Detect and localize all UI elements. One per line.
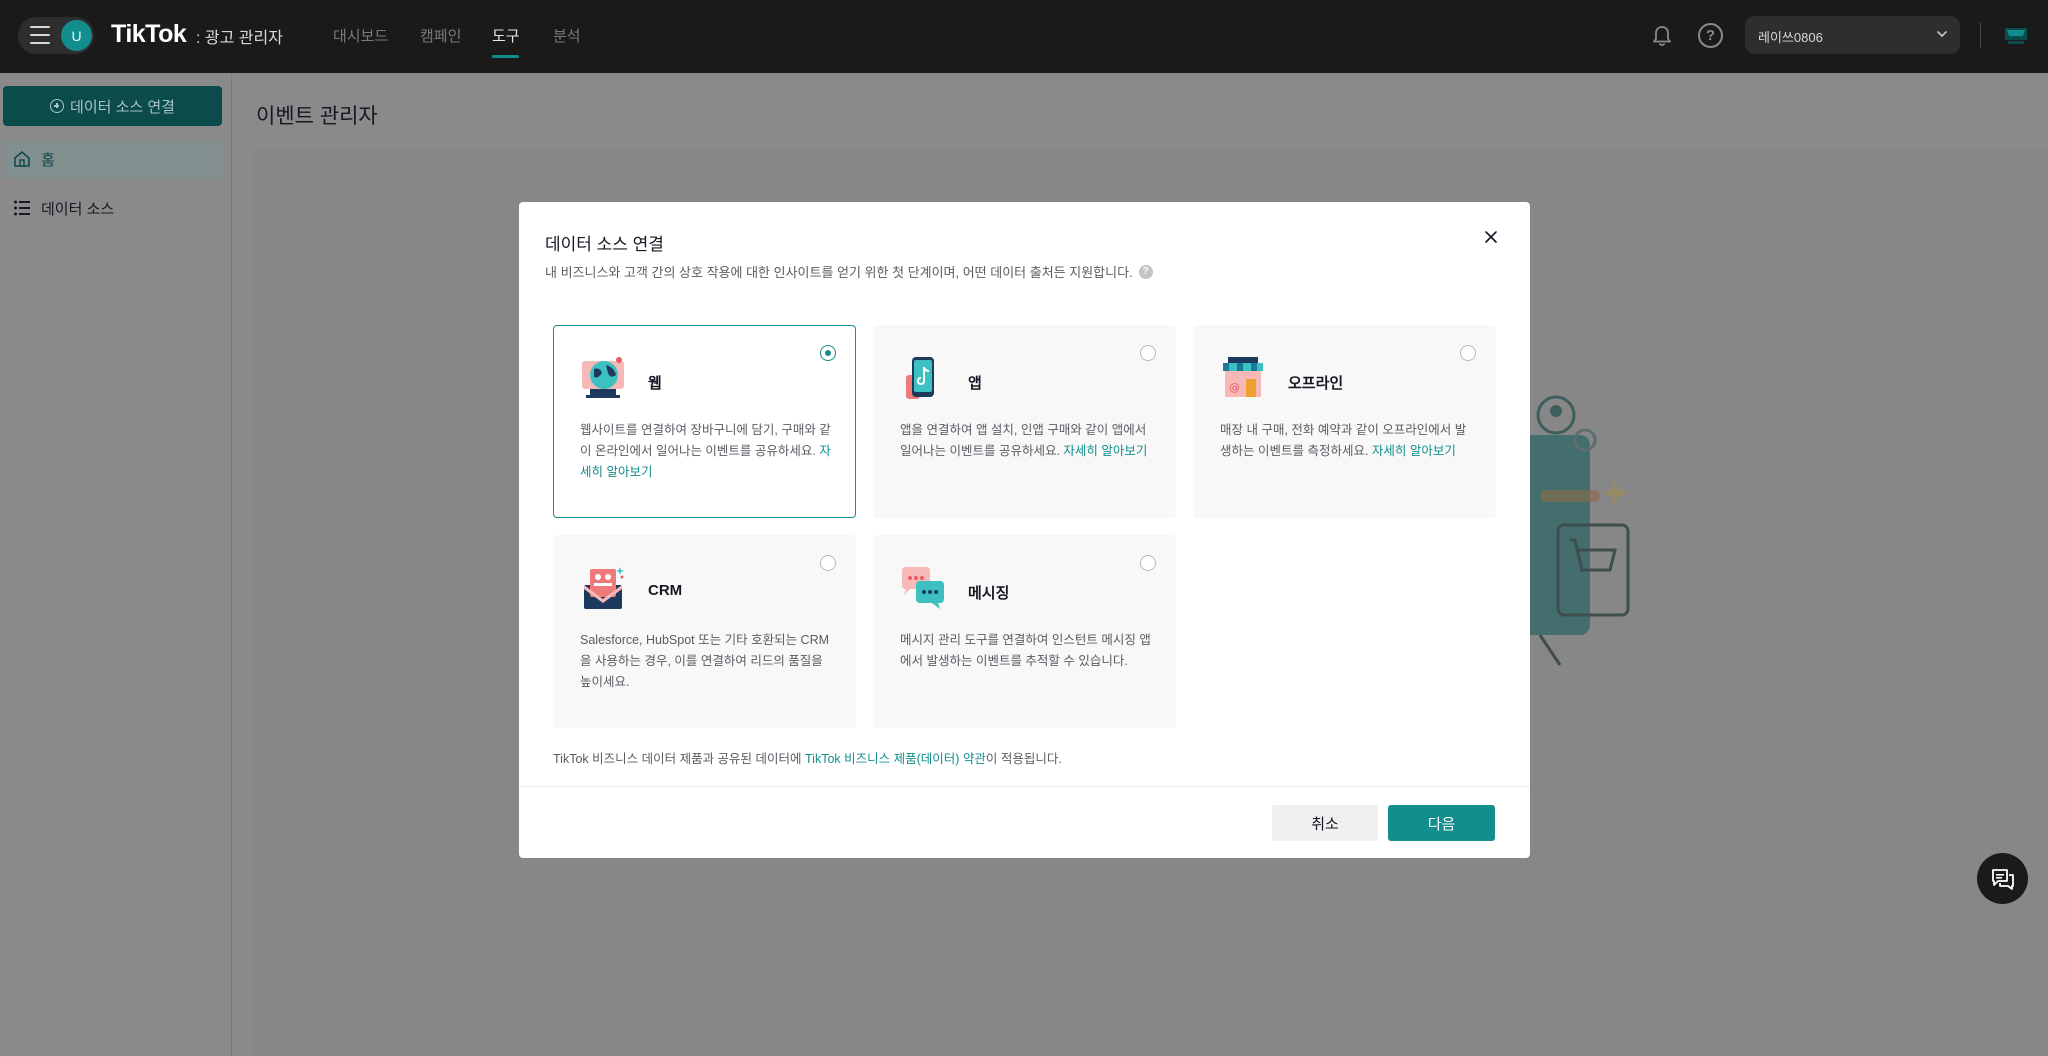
hamburger-menu-icon[interactable] — [30, 26, 50, 44]
web-globe-icon — [582, 357, 624, 398]
help-icon[interactable]: ? — [1698, 23, 1723, 48]
terms-prefix: TikTok 비즈니스 데이터 제품과 공유된 데이터에 — [553, 752, 805, 766]
nav-tools[interactable]: 도구 — [492, 25, 520, 46]
card-radio[interactable] — [1140, 345, 1156, 361]
next-button[interactable]: 다음 — [1388, 805, 1495, 841]
tools-cart-icon[interactable] — [2003, 24, 2029, 46]
terms-suffix: 이 적용됩니다. — [985, 752, 1062, 766]
source-card-offline[interactable]: @ 오프라인 매장 내 구매, 전화 예약과 같이 오프라인에서 발생하는 이벤… — [1193, 325, 1496, 518]
bell-icon[interactable] — [1650, 24, 1674, 48]
sidebar-item-label: 데이터 소스 — [41, 200, 115, 218]
nav-active-indicator — [492, 55, 519, 58]
nav-campaign[interactable]: 캠페인 — [420, 25, 461, 46]
card-title: 메시징 — [968, 585, 1010, 602]
card-title: 오프라인 — [1288, 375, 1344, 392]
cancel-button[interactable]: 취소 — [1272, 805, 1378, 841]
nav-analytics[interactable]: 분석 — [553, 25, 581, 46]
page-title: 이벤트 관리자 — [256, 105, 378, 128]
crm-envelope-icon — [584, 567, 624, 609]
chevron-down-icon — [1937, 31, 1947, 38]
chat-support-button[interactable] — [1977, 853, 2028, 904]
card-description: 메시지 관리 도구를 연결하여 인스턴트 메시징 앱에서 발생하는 이벤트를 추… — [900, 630, 1152, 672]
top-bar: U TikTok : 광고 관리자 대시보드 캠페인 도구 분석 ? 레이쓰08… — [0, 0, 2048, 73]
card-description: 앱을 연결하여 앱 설치, 인앱 구매와 같이 앱에서 일어나는 이벤트를 공유… — [900, 420, 1152, 462]
source-card-crm[interactable]: CRM Salesforce, HubSpot 또는 기타 호환되는 CRM을 … — [553, 535, 856, 728]
chat-bubbles-icon — [1991, 868, 2014, 890]
source-card-messaging[interactable]: 메시징 메시지 관리 도구를 연결하여 인스턴트 메시징 앱에서 발생하는 이벤… — [873, 535, 1176, 728]
card-description: 매장 내 구매, 전화 예약과 같이 오프라인에서 발생하는 이벤트를 측정하세… — [1220, 420, 1472, 462]
card-description-text: 메시지 관리 도구를 연결하여 인스턴트 메시징 앱에서 발생하는 이벤트를 추… — [900, 633, 1151, 668]
connect-data-source-modal: 데이터 소스 연결 내 비즈니스와 고객 간의 상호 작용에 대한 인사이트를 … — [519, 202, 1530, 858]
home-icon — [14, 151, 30, 167]
modal-subtitle: 내 비즈니스와 고객 간의 상호 작용에 대한 인사이트를 얻기 위한 첫 단계… — [545, 262, 1153, 281]
close-icon[interactable] — [1483, 229, 1499, 245]
messaging-bubbles-icon — [902, 567, 944, 609]
account-dropdown[interactable]: 레이쓰0806 — [1745, 16, 1960, 54]
source-card-app[interactable]: 앱 앱을 연결하여 앱 설치, 인앱 구매와 같이 앱에서 일어나는 이벤트를 … — [873, 325, 1176, 518]
offline-store-icon: @ — [1223, 357, 1263, 397]
card-description: 웹사이트를 연결하여 장바구니에 담기, 구매와 같이 온라인에서 일어나는 이… — [580, 420, 832, 483]
modal-footer-divider — [519, 786, 1530, 787]
card-title: CRM — [648, 582, 683, 599]
sidebar-item-label: 홈 — [41, 151, 55, 169]
card-description-text: 웹사이트를 연결하여 장바구니에 담기, 구매와 같이 온라인에서 일어나는 이… — [580, 423, 831, 458]
modal-title: 데이터 소스 연결 — [545, 235, 664, 254]
card-title: 앱 — [968, 375, 982, 392]
connect-data-source-button[interactable]: 데이터 소스 연결 — [3, 86, 222, 126]
sidebar-item-data-sources[interactable]: 데이터 소스 — [4, 189, 222, 227]
card-radio[interactable] — [1140, 555, 1156, 571]
card-radio-selected[interactable] — [820, 345, 836, 361]
card-radio[interactable] — [1460, 345, 1476, 361]
sidebar-item-home[interactable]: 홈 — [4, 140, 222, 178]
topbar-divider — [1980, 22, 1981, 48]
list-icon — [14, 200, 30, 216]
account-name: 레이쓰0806 — [1758, 30, 1823, 45]
plus-circle-icon — [50, 99, 65, 113]
sidebar: 데이터 소스 연결 홈 데이터 소스 — [0, 73, 232, 1056]
card-title: 웹 — [648, 375, 662, 392]
avatar[interactable]: U — [61, 20, 92, 51]
card-description-text: Salesforce, HubSpot 또는 기타 호환되는 CRM을 사용하는… — [580, 633, 830, 689]
nav-dashboard[interactable]: 대시보드 — [333, 25, 388, 46]
card-radio[interactable] — [820, 555, 836, 571]
svg-text:@: @ — [1229, 381, 1240, 394]
logo-subtitle: : 광고 관리자 — [196, 30, 283, 47]
learn-more-link[interactable]: 자세히 알아보기 — [1372, 444, 1456, 458]
terms-notice: TikTok 비즈니스 데이터 제품과 공유된 데이터에 TikTok 비즈니스… — [553, 748, 1062, 767]
app-phone-icon — [906, 357, 934, 399]
terms-link[interactable]: TikTok 비즈니스 제품(데이터) 약관 — [805, 752, 986, 766]
info-help-icon[interactable]: ? — [1138, 264, 1153, 279]
tiktok-logo: TikTok — [111, 20, 187, 48]
card-description: Salesforce, HubSpot 또는 기타 호환되는 CRM을 사용하는… — [580, 630, 832, 693]
learn-more-link[interactable]: 자세히 알아보기 — [1063, 444, 1147, 458]
source-card-web[interactable]: 웹 웹사이트를 연결하여 장바구니에 담기, 구매와 같이 온라인에서 일어나는… — [553, 325, 856, 518]
modal-subtitle-text: 내 비즈니스와 고객 간의 상호 작용에 대한 인사이트를 얻기 위한 첫 단계… — [545, 265, 1133, 280]
connect-data-source-label: 데이터 소스 연결 — [70, 98, 175, 116]
